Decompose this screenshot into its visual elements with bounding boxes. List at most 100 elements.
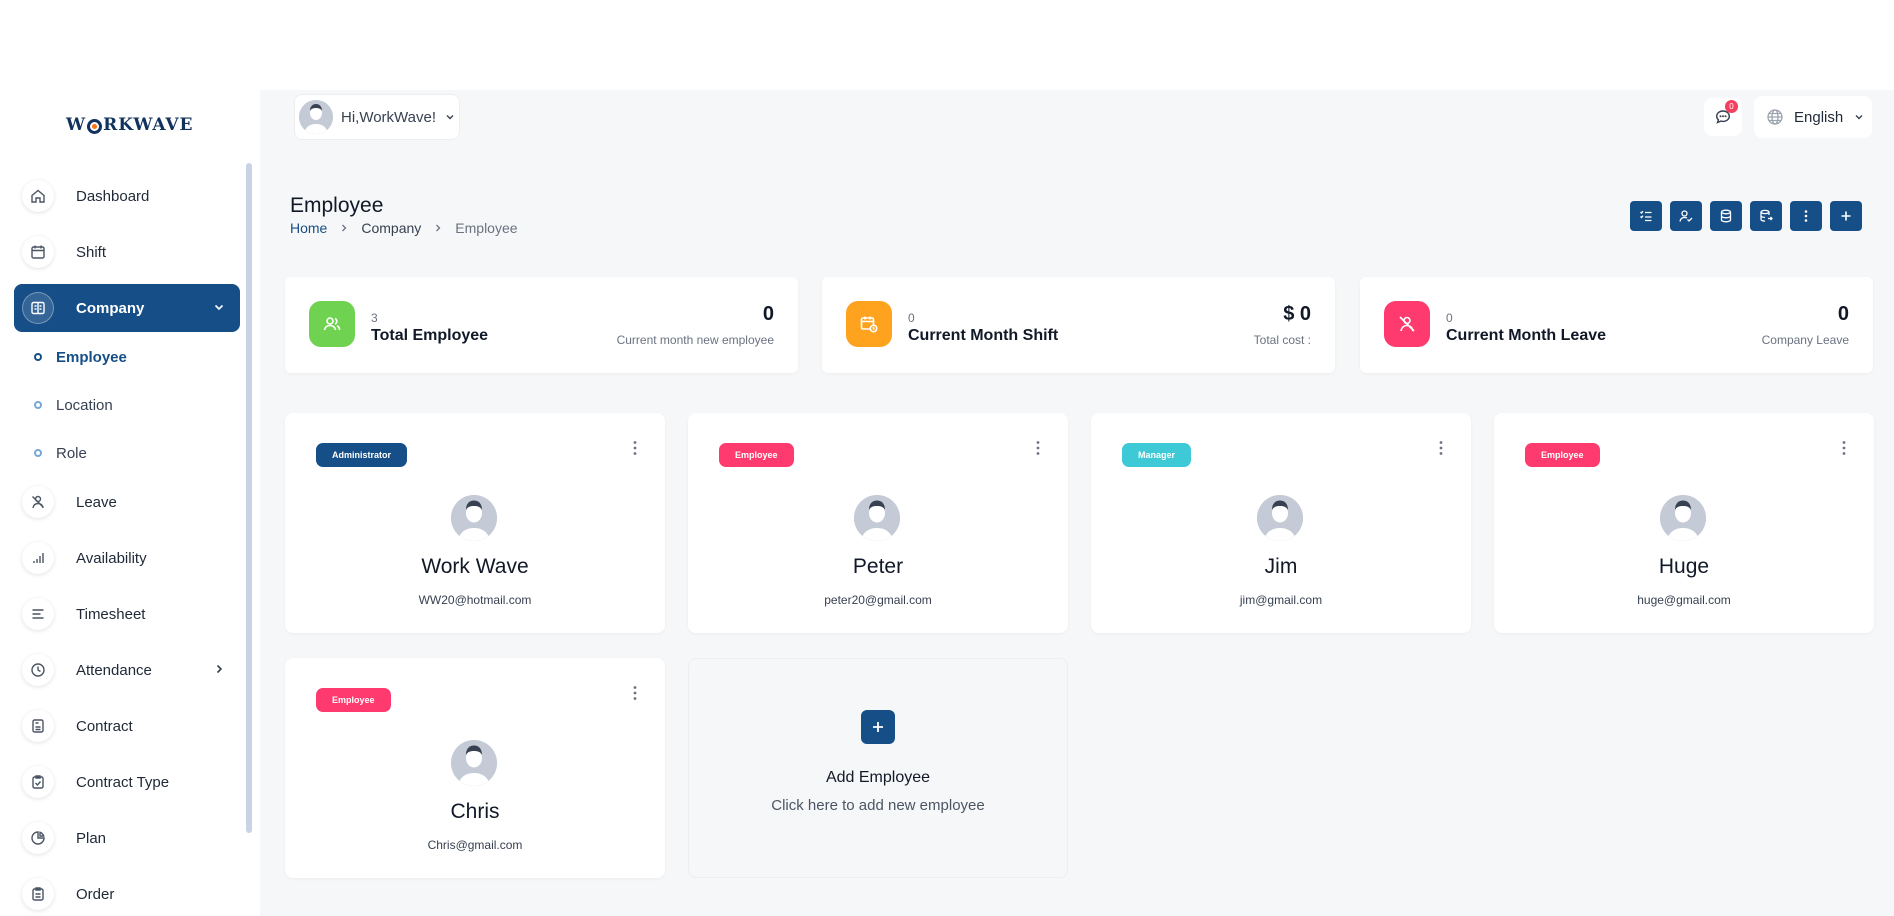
calendar-icon xyxy=(22,236,54,268)
employee-email: jim@gmail.com xyxy=(1239,593,1323,607)
employee-card[interactable]: Employee Peter peter20@gmail.com xyxy=(688,413,1068,633)
bullet-icon xyxy=(34,401,42,409)
role-badge: Employee xyxy=(719,443,794,467)
sidebar-item-label: Contract xyxy=(76,717,133,735)
stat-value: 0 xyxy=(762,303,774,325)
receipt-icon xyxy=(22,878,54,910)
sidebar-item-contract-type[interactable]: Contract Type xyxy=(14,758,240,806)
stat-subtitle: Company Leave xyxy=(1761,333,1849,347)
language-label: English xyxy=(1794,108,1844,126)
avatar xyxy=(299,100,333,134)
sidebar-item-label: Contract Type xyxy=(76,773,170,791)
add-employee-title: Add Employee xyxy=(825,769,931,786)
sidebar-item-plan[interactable]: Plan xyxy=(14,814,240,862)
chevron-right-icon xyxy=(342,224,347,232)
avatar xyxy=(451,495,497,541)
calendar-clock-icon xyxy=(846,301,892,347)
employee-email: peter20@gmail.com xyxy=(824,593,932,607)
database-export-button[interactable] xyxy=(1750,201,1782,231)
sidebar-item-label: Attendance xyxy=(76,661,152,679)
sidebar-subitem-location[interactable]: Location xyxy=(34,390,113,420)
sidebar-item-timesheet[interactable]: Timesheet xyxy=(14,590,240,638)
employee-email: huge@gmail.com xyxy=(1637,593,1731,607)
stat-current-month-leave: 0 Current Month Leave 0 Company Leave xyxy=(1360,277,1873,373)
role-badge: Manager xyxy=(1122,443,1192,467)
add-button[interactable] xyxy=(1830,201,1862,231)
employee-name: Peter xyxy=(852,555,904,578)
notification-badge: 0 xyxy=(1725,100,1738,113)
sidebar-item-contract[interactable]: Contract xyxy=(14,702,240,750)
employee-card[interactable]: Employee Chris Chris@gmail.com xyxy=(285,658,665,878)
database-export-icon xyxy=(1760,209,1773,222)
card-menu-kebab-icon[interactable] xyxy=(1433,437,1449,459)
workwave-logo[interactable]: W RKWAVE xyxy=(66,108,194,142)
list-check-button[interactable] xyxy=(1630,201,1662,231)
user-greeting: Hi,WorkWave! xyxy=(341,108,437,126)
stat-title: Total Employee xyxy=(371,327,489,344)
clock-icon xyxy=(22,654,54,686)
sidebar-item-availability[interactable]: Availability xyxy=(14,534,240,582)
chevron-down-icon xyxy=(446,115,454,120)
card-menu-kebab-icon[interactable] xyxy=(1836,437,1852,459)
sidebar-scrollbar[interactable] xyxy=(246,163,252,833)
stat-count: 0 xyxy=(1446,311,1453,325)
card-menu-kebab-icon[interactable] xyxy=(627,682,643,704)
sidebar-item-shift[interactable]: Shift xyxy=(14,228,240,276)
add-employee-subtitle: Click here to add new employee xyxy=(771,797,985,814)
lines-icon xyxy=(22,598,54,630)
role-badge: Employee xyxy=(1525,443,1600,467)
plus-icon xyxy=(861,710,895,744)
employee-card[interactable]: Administrator Work Wave WW20@hotmail.com xyxy=(285,413,665,633)
clipboard-icon xyxy=(22,766,54,798)
user-check-button[interactable] xyxy=(1670,201,1702,231)
leave-icon xyxy=(22,486,54,518)
avatar xyxy=(854,495,900,541)
database-import-button[interactable] xyxy=(1710,201,1742,231)
more-options-button[interactable] xyxy=(1790,201,1822,231)
sidebar-item-company[interactable]: Company xyxy=(14,284,240,332)
card-menu-kebab-icon[interactable] xyxy=(627,437,643,459)
sidebar-item-label: Timesheet xyxy=(76,605,146,623)
logo-text-rest: RKWAVE xyxy=(103,115,194,135)
sidebar: W RKWAVE Dashboard Shift Company Employe… xyxy=(0,90,260,916)
sidebar-item-leave[interactable]: Leave xyxy=(14,478,240,526)
language-selector[interactable]: English xyxy=(1754,96,1872,138)
breadcrumb-home[interactable]: Home xyxy=(290,220,327,236)
messages-button[interactable]: 0 xyxy=(1704,98,1742,136)
globe-icon xyxy=(1767,109,1783,125)
sidebar-item-label: Company xyxy=(76,299,145,317)
add-employee-card[interactable]: Add Employee Click here to add new emplo… xyxy=(688,658,1068,878)
employee-card[interactable]: Employee Huge huge@gmail.com xyxy=(1494,413,1874,633)
stat-count: 3 xyxy=(371,311,378,325)
role-badge: Administrator xyxy=(316,443,408,467)
chevron-down-icon xyxy=(1855,115,1863,120)
stat-total-employee: 3 Total Employee 0 Current month new emp… xyxy=(285,277,798,373)
users-icon xyxy=(309,301,355,347)
file-icon xyxy=(22,710,54,742)
sidebar-item-order[interactable]: Order xyxy=(14,870,240,916)
card-menu-kebab-icon[interactable] xyxy=(1030,437,1046,459)
stat-current-month-shift: 0 Current Month Shift $ 0 Total cost : xyxy=(822,277,1335,373)
sidebar-subitem-employee[interactable]: Employee xyxy=(34,342,127,372)
avatar xyxy=(1257,495,1303,541)
employee-card[interactable]: Manager Jim jim@gmail.com xyxy=(1091,413,1471,633)
breadcrumb-company[interactable]: Company xyxy=(361,220,421,236)
sidebar-subitem-role[interactable]: Role xyxy=(34,438,87,468)
kebab-icon xyxy=(1804,210,1808,222)
user-menu[interactable]: Hi,WorkWave! xyxy=(294,94,460,140)
employee-name: Work Wave xyxy=(421,555,529,578)
sidebar-subitem-label: Location xyxy=(56,396,113,414)
employee-name: Chris xyxy=(450,800,500,823)
app-shell: W RKWAVE Dashboard Shift Company Employe… xyxy=(0,90,1894,916)
sidebar-item-attendance[interactable]: Attendance xyxy=(14,646,240,694)
sidebar-item-dashboard[interactable]: Dashboard xyxy=(14,172,240,220)
employee-email: Chris@gmail.com xyxy=(427,838,523,852)
bullet-icon xyxy=(34,353,42,361)
pie-icon xyxy=(22,822,54,854)
logo-text: W xyxy=(66,115,87,135)
stat-subtitle: Current month new employee xyxy=(616,333,774,347)
stat-title: Current Month Shift xyxy=(908,327,1059,344)
user-check-icon xyxy=(1679,210,1693,222)
stat-value: 0 xyxy=(1837,303,1849,325)
sidebar-item-label: Availability xyxy=(76,549,147,567)
